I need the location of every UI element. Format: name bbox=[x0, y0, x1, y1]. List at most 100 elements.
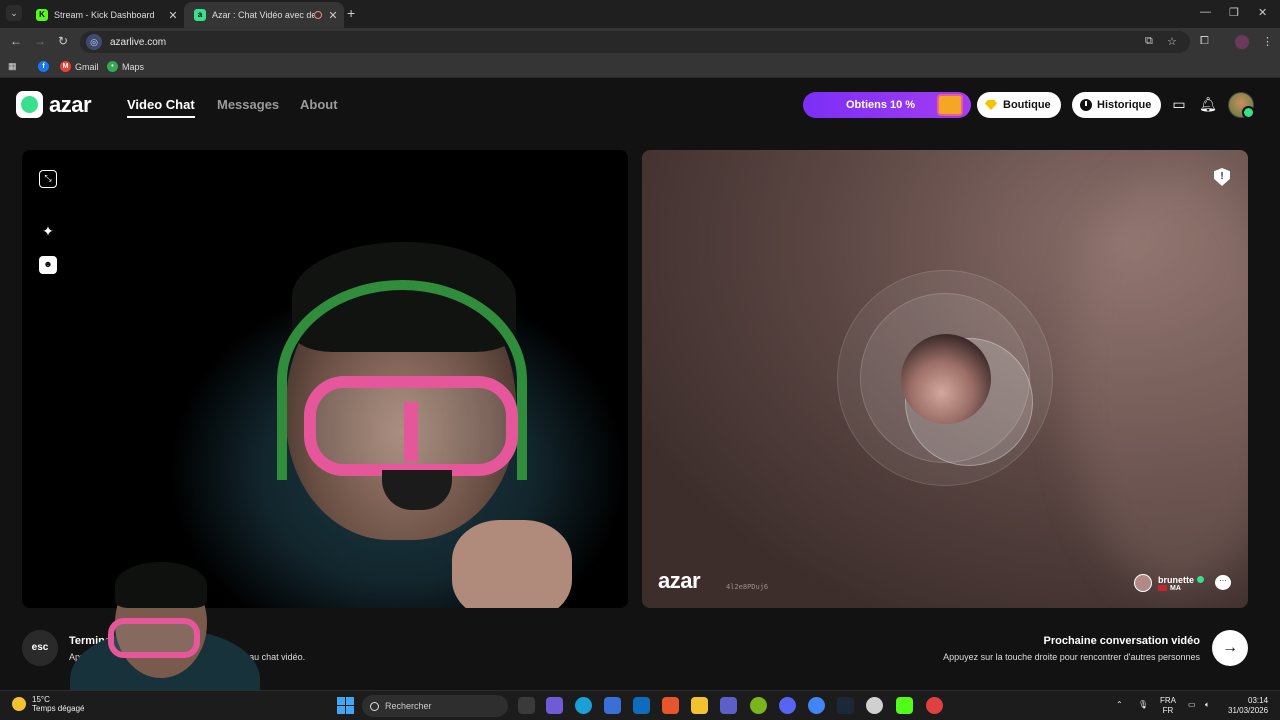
history-button[interactable]: Historique bbox=[1072, 92, 1162, 118]
peer-avatar-photo bbox=[901, 334, 991, 424]
taskbar-search[interactable]: Rechercher bbox=[362, 695, 508, 717]
promo-button[interactable]: Obtiens 10 % bbox=[803, 92, 971, 118]
kick-favicon-icon: K bbox=[36, 9, 48, 21]
address-field[interactable]: ◎ azarlive.com bbox=[80, 31, 1190, 53]
diving-mask-filter bbox=[304, 376, 518, 476]
brave-icon[interactable] bbox=[662, 697, 679, 714]
chrome-profile-icon[interactable] bbox=[926, 697, 943, 714]
extensions-icon[interactable]: ⧠ bbox=[1200, 35, 1209, 48]
blurred-peer-background bbox=[1068, 170, 1248, 590]
gmail-icon: M bbox=[60, 61, 71, 72]
temperature: 15°C bbox=[32, 695, 50, 704]
local-video: ⤡ ✦ ☻ bbox=[22, 150, 628, 608]
inbox-icon[interactable]: ▭ bbox=[1170, 95, 1188, 113]
magic-wand-icon[interactable]: ✦ bbox=[39, 222, 57, 240]
azar-logo-icon bbox=[16, 91, 43, 118]
face-filter-icon[interactable]: ☻ bbox=[39, 256, 57, 274]
teams-icon[interactable] bbox=[720, 697, 737, 714]
forward-icon[interactable]: → bbox=[34, 34, 46, 48]
obs-icon[interactable] bbox=[866, 697, 883, 714]
store-icon[interactable] bbox=[604, 697, 621, 714]
peer-avatar bbox=[1134, 574, 1152, 592]
promo-label: Obtiens 10 % bbox=[846, 99, 916, 111]
azar-logo[interactable]: azar bbox=[16, 91, 92, 118]
azar-favicon-icon: a bbox=[194, 9, 206, 21]
minimize-icon[interactable]: — bbox=[1200, 6, 1211, 18]
tab-title: Azar : Chat Vidéo avec de n bbox=[212, 10, 314, 20]
gem-icon bbox=[985, 100, 997, 110]
start-icon[interactable] bbox=[337, 697, 354, 714]
azar-watermark: azar bbox=[658, 568, 701, 593]
cast-icon[interactable]: ⧉ bbox=[1145, 35, 1153, 48]
next-chat-title: Prochaine conversation vidéo bbox=[1043, 635, 1201, 647]
search-placeholder: Rechercher bbox=[385, 701, 432, 711]
peer-profile[interactable]: brunette MA bbox=[1134, 574, 1204, 592]
maps-pin-icon: • bbox=[107, 61, 118, 72]
tab-azar[interactable]: a Azar : Chat Vidéo avec de n ✕ bbox=[184, 2, 344, 28]
microphone-icon[interactable]: 🎙︎ bbox=[1138, 700, 1148, 710]
facecam-mask-filter bbox=[108, 618, 200, 658]
url-text: azarlive.com bbox=[110, 36, 167, 48]
steam-icon[interactable] bbox=[837, 697, 854, 714]
task-view-icon[interactable] bbox=[518, 697, 535, 714]
tray-chevron-icon[interactable]: ⌃ bbox=[1116, 700, 1123, 710]
shop-button[interactable]: Boutique bbox=[977, 92, 1061, 118]
peer-name: brunette bbox=[1158, 574, 1194, 585]
language-indicator[interactable]: FRA FR bbox=[1160, 696, 1176, 716]
volume-icon[interactable]: 🔈︎ bbox=[1205, 700, 1210, 710]
app-icon[interactable] bbox=[750, 697, 767, 714]
matching-rings bbox=[837, 270, 1053, 486]
history-label: Historique bbox=[1097, 99, 1152, 111]
weather-text: Temps dégagé bbox=[32, 704, 85, 713]
edge-icon[interactable] bbox=[575, 697, 592, 714]
browser-tab-strip: ⌄ K Stream - Kick Dashboard ✕ a Azar : C… bbox=[0, 0, 1280, 28]
new-tab-icon[interactable]: + bbox=[347, 5, 355, 21]
profile-avatar[interactable] bbox=[1235, 35, 1249, 49]
kick-icon[interactable] bbox=[896, 697, 913, 714]
remote-video: ! azar 4l2e8PDuj6 brunette MA ··· bbox=[642, 150, 1248, 608]
outlook-icon[interactable] bbox=[633, 697, 650, 714]
shop-label: Boutique bbox=[1003, 99, 1051, 111]
morocco-flag-icon bbox=[1158, 585, 1167, 591]
user-avatar[interactable] bbox=[1228, 92, 1255, 119]
verified-icon bbox=[1197, 575, 1204, 583]
nav-video-chat[interactable]: Video Chat bbox=[127, 97, 195, 118]
bookmark-maps[interactable]: • Maps bbox=[107, 61, 144, 72]
address-toolbar: ← → ↻ ◎ azarlive.com ⧉ ☆ ⧠ ⋮ bbox=[0, 28, 1280, 56]
minimize-video-icon[interactable]: ⤡ bbox=[39, 170, 57, 188]
search-icon bbox=[370, 701, 379, 711]
nav-about[interactable]: About bbox=[300, 97, 338, 112]
next-chat-button[interactable]: → bbox=[1212, 630, 1248, 666]
apps-grid-icon[interactable]: ▦ bbox=[8, 61, 17, 72]
network-icon[interactable]: ▭ bbox=[1188, 700, 1196, 710]
discord-icon[interactable] bbox=[779, 697, 796, 714]
site-info-icon[interactable]: ◎ bbox=[86, 34, 102, 50]
weather-widget[interactable]: 15°C Temps dégagé bbox=[12, 695, 84, 713]
menu-dots-icon[interactable]: ⋮ bbox=[1262, 35, 1273, 48]
reload-icon[interactable]: ↻ bbox=[58, 34, 68, 48]
bookmark-star-icon[interactable]: ☆ bbox=[1167, 35, 1177, 48]
session-id: 4l2e8PDuj6 bbox=[726, 583, 769, 591]
facecam-hair bbox=[115, 562, 207, 608]
tab-kick-dashboard[interactable]: K Stream - Kick Dashboard ✕ bbox=[26, 2, 184, 28]
bookmark-label: Maps bbox=[122, 61, 145, 72]
end-chat-button[interactable]: esc bbox=[22, 630, 58, 666]
bell-icon[interactable]: 🔔︎ bbox=[1199, 95, 1217, 113]
bookmark-facebook[interactable]: f bbox=[38, 61, 53, 72]
nav-messages[interactable]: Messages bbox=[217, 97, 279, 112]
file-explorer-icon[interactable] bbox=[691, 697, 708, 714]
close-window-icon[interactable]: ✕ bbox=[1258, 6, 1267, 19]
chat-bubble-icon[interactable]: ··· bbox=[1215, 575, 1231, 590]
copilot-icon[interactable] bbox=[546, 697, 563, 714]
clock[interactable]: 03:14 31/03/2026 bbox=[1228, 696, 1268, 716]
back-icon[interactable]: ← bbox=[10, 34, 22, 48]
close-tab-icon[interactable]: ✕ bbox=[326, 9, 340, 22]
tab-search-icon[interactable]: ⌄ bbox=[6, 5, 22, 21]
chrome-icon[interactable] bbox=[808, 697, 825, 714]
restore-icon[interactable]: ❐ bbox=[1229, 6, 1239, 19]
close-tab-icon[interactable]: ✕ bbox=[166, 9, 180, 22]
lang-top: FRA bbox=[1160, 696, 1176, 705]
next-chat-hint: Appuyez sur la touche droite pour rencon… bbox=[943, 652, 1200, 662]
tab-title: Stream - Kick Dashboard bbox=[54, 10, 155, 20]
bookmark-gmail[interactable]: M Gmail bbox=[60, 61, 99, 72]
